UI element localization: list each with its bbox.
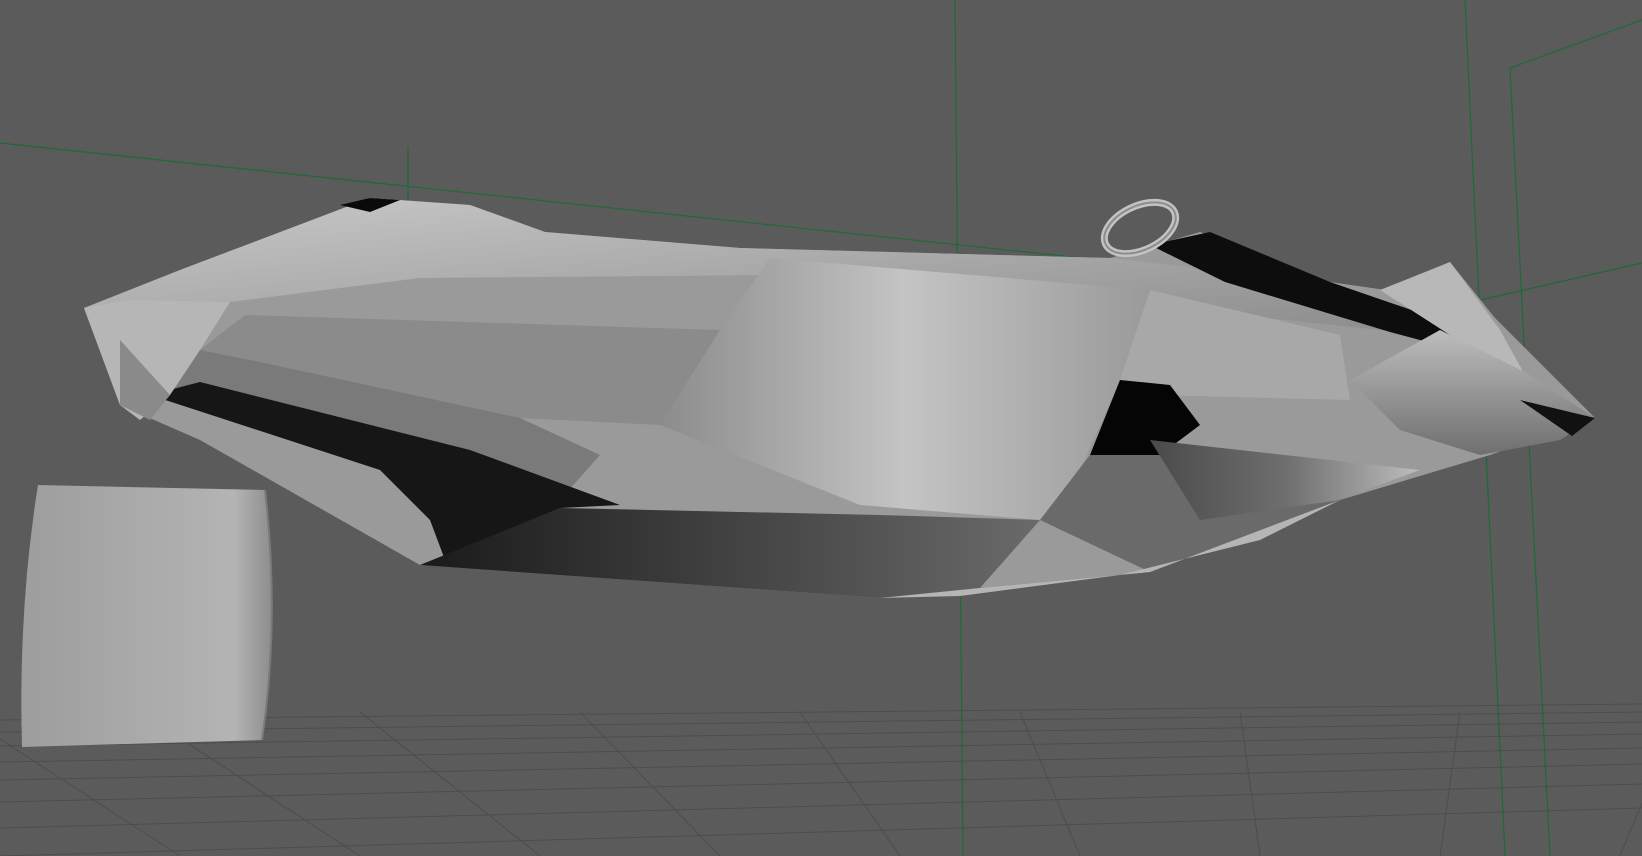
car-body — [84, 198, 1595, 598]
3d-viewport[interactable] — [0, 0, 1642, 856]
wheel — [21, 485, 273, 747]
viewport-canvas[interactable] — [0, 0, 1642, 856]
